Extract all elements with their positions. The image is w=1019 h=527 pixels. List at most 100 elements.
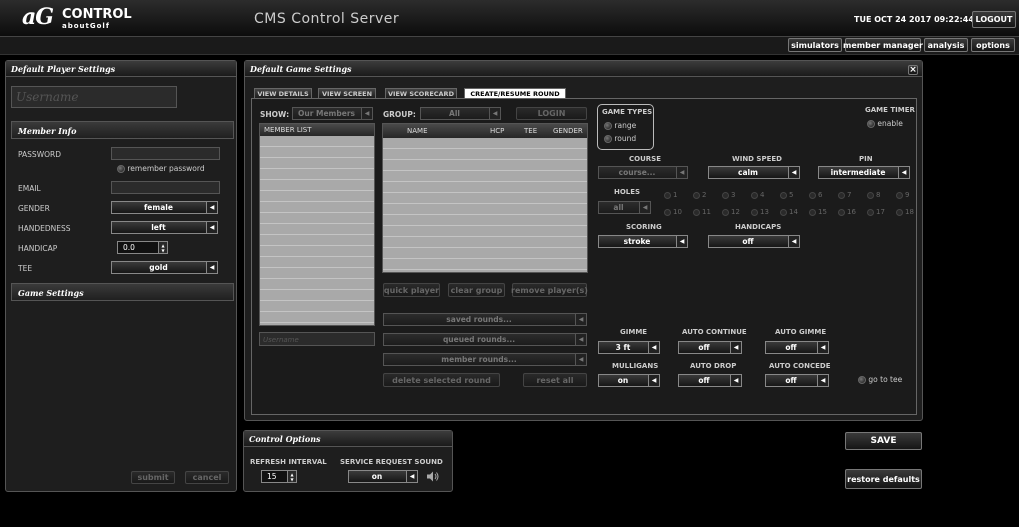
hole-2-radio[interactable]: 2 <box>693 191 706 199</box>
quick-player-button[interactable]: quick player <box>383 283 440 297</box>
hole-11-radio[interactable]: 11 <box>693 208 711 216</box>
gender-select[interactable]: female ◀ <box>111 201 218 214</box>
speaker-icon[interactable] <box>426 470 440 483</box>
list-item[interactable] <box>260 312 374 323</box>
table-row[interactable] <box>383 215 587 226</box>
delete-selected-round-button[interactable]: delete selected round <box>383 373 500 387</box>
tee-select[interactable]: gold ◀ <box>111 261 218 274</box>
nav-simulators-button[interactable]: simulators <box>788 38 842 52</box>
table-row[interactable] <box>383 138 587 149</box>
list-item[interactable] <box>260 158 374 169</box>
list-item[interactable] <box>260 169 374 180</box>
stepper-arrows-icon[interactable]: ▲ ▼ <box>158 242 167 253</box>
list-item[interactable] <box>260 180 374 191</box>
show-select[interactable]: Our Members ◀ <box>292 107 373 120</box>
nav-member-manager-button[interactable]: member manager <box>843 38 923 52</box>
reset-all-button[interactable]: reset all <box>523 373 587 387</box>
auto-continue-select[interactable]: off ◀ <box>678 341 742 354</box>
auto-concede-select[interactable]: off ◀ <box>765 374 829 387</box>
table-row[interactable] <box>383 226 587 237</box>
col-gender[interactable]: GENDER <box>553 127 583 135</box>
col-hcp[interactable]: HCP <box>490 127 504 135</box>
hole-10-radio[interactable]: 10 <box>664 208 682 216</box>
login-button[interactable]: LOGIN <box>516 107 587 120</box>
submit-button[interactable]: submit <box>131 471 175 484</box>
list-item[interactable] <box>260 246 374 257</box>
hole-8-radio[interactable]: 8 <box>867 191 880 199</box>
table-row[interactable] <box>383 160 587 171</box>
nav-analysis-button[interactable]: analysis <box>924 38 968 52</box>
mulligans-select[interactable]: on ◀ <box>598 374 660 387</box>
hole-12-radio[interactable]: 12 <box>722 208 740 216</box>
hole-5-radio[interactable]: 5 <box>780 191 793 199</box>
member-rounds-select[interactable]: member rounds... ◀ <box>383 353 587 366</box>
col-name[interactable]: NAME <box>407 127 428 135</box>
hole-6-radio[interactable]: 6 <box>809 191 822 199</box>
username-input[interactable]: Username <box>11 86 177 108</box>
list-item[interactable] <box>260 257 374 268</box>
list-item[interactable] <box>260 191 374 202</box>
table-row[interactable] <box>383 237 587 248</box>
group-table[interactable]: NAME HCP TEE GENDER <box>382 123 588 273</box>
restore-defaults-button[interactable]: restore defaults <box>845 469 922 489</box>
hole-7-radio[interactable]: 7 <box>838 191 851 199</box>
game-settings-section[interactable]: Game Settings <box>11 283 234 301</box>
save-button[interactable]: SAVE <box>845 432 922 450</box>
table-row[interactable] <box>383 204 587 215</box>
list-item[interactable] <box>260 213 374 224</box>
hole-3-radio[interactable]: 3 <box>722 191 735 199</box>
tab-view-details[interactable]: VIEW DETAILS <box>254 88 312 98</box>
list-item[interactable] <box>260 224 374 235</box>
password-field[interactable] <box>111 147 220 160</box>
table-row[interactable] <box>383 182 587 193</box>
tab-create-resume-round[interactable]: CREATE/RESUME ROUND <box>464 88 566 98</box>
list-item[interactable] <box>260 202 374 213</box>
remove-players-button[interactable]: remove player(s) <box>511 283 588 297</box>
range-radio[interactable]: range <box>604 121 636 130</box>
clear-group-button[interactable]: clear group <box>448 283 505 297</box>
hole-13-radio[interactable]: 13 <box>751 208 769 216</box>
hole-1-radio[interactable]: 1 <box>664 191 677 199</box>
queued-rounds-select[interactable]: queued rounds... ◀ <box>383 333 587 346</box>
table-row[interactable] <box>383 193 587 204</box>
remember-password-checkbox[interactable]: remember password <box>117 164 205 173</box>
gimme-select[interactable]: 3 ft ◀ <box>598 341 660 354</box>
member-info-section[interactable]: Member Info <box>11 121 234 139</box>
hole-18-radio[interactable]: 18 <box>896 208 914 216</box>
logout-button[interactable]: LOGOUT <box>972 11 1016 28</box>
service-request-sound-select[interactable]: on ◀ <box>348 470 418 483</box>
table-row[interactable] <box>383 149 587 160</box>
table-row[interactable] <box>383 171 587 182</box>
hole-14-radio[interactable]: 14 <box>780 208 798 216</box>
hole-16-radio[interactable]: 16 <box>838 208 856 216</box>
refresh-interval-stepper[interactable]: 15 ▲ ▼ <box>261 470 297 483</box>
list-item[interactable] <box>260 235 374 246</box>
email-field[interactable] <box>111 181 220 194</box>
group-select[interactable]: All ◀ <box>420 107 501 120</box>
wind-speed-select[interactable]: calm ◀ <box>708 166 800 179</box>
cancel-button[interactable]: cancel <box>185 471 229 484</box>
stepper-arrows-icon[interactable]: ▲ ▼ <box>287 471 296 482</box>
nav-options-button[interactable]: options <box>971 38 1015 52</box>
hole-4-radio[interactable]: 4 <box>751 191 764 199</box>
scoring-select[interactable]: stroke ◀ <box>598 235 688 248</box>
table-row[interactable] <box>383 259 587 270</box>
handicaps-select[interactable]: off ◀ <box>708 235 800 248</box>
list-item[interactable] <box>260 301 374 312</box>
auto-drop-select[interactable]: off ◀ <box>678 374 742 387</box>
tab-view-scorecard[interactable]: VIEW SCORECARD <box>385 88 457 98</box>
tab-view-screen[interactable]: VIEW SCREEN <box>318 88 376 98</box>
handedness-select[interactable]: left ◀ <box>111 221 218 234</box>
handicap-stepper[interactable]: 0.0 ▲ ▼ <box>117 241 168 254</box>
hole-15-radio[interactable]: 15 <box>809 208 827 216</box>
list-item[interactable] <box>260 290 374 301</box>
saved-rounds-select[interactable]: saved rounds... ◀ <box>383 313 587 326</box>
list-item[interactable] <box>260 268 374 279</box>
hole-17-radio[interactable]: 17 <box>867 208 885 216</box>
list-item[interactable] <box>260 279 374 290</box>
col-tee[interactable]: TEE <box>524 127 537 135</box>
go-to-tee-radio[interactable]: go to tee <box>858 375 902 384</box>
list-item[interactable] <box>260 147 374 158</box>
course-select[interactable]: course... ◀ <box>598 166 688 179</box>
round-radio[interactable]: round <box>604 134 636 143</box>
